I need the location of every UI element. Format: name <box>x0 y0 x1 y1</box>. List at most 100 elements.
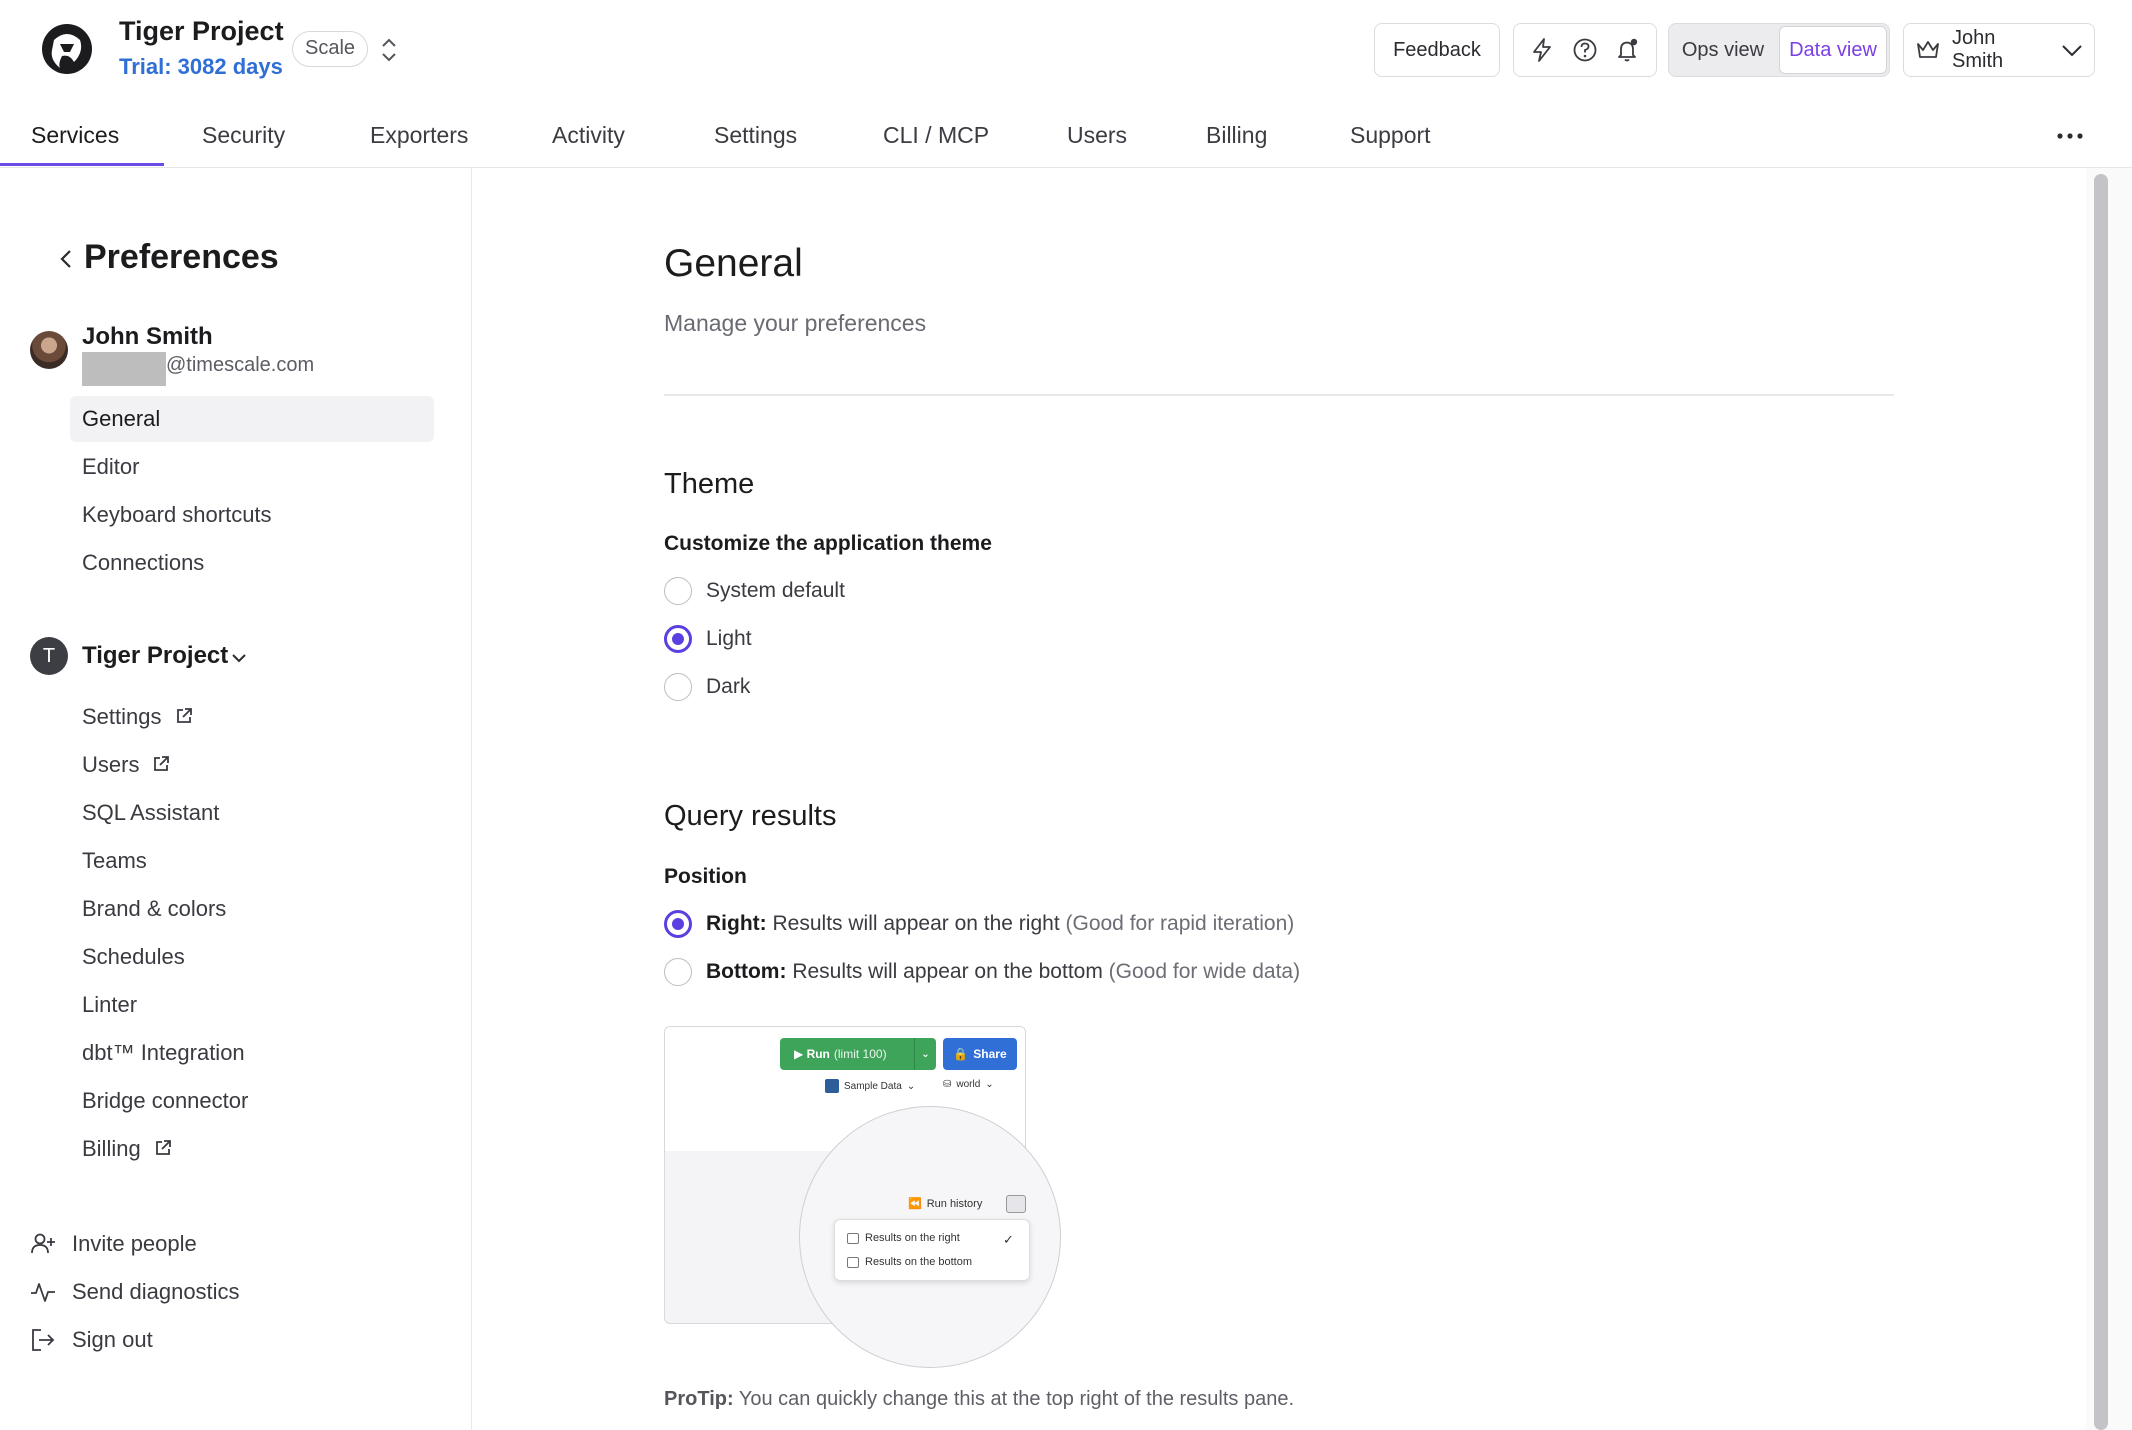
sign-out-icon <box>32 1329 55 1351</box>
sidebar-project-name[interactable]: Tiger Project <box>82 642 228 670</box>
bottom-link-label: Sign out <box>72 1327 153 1352</box>
logo-icon[interactable] <box>40 22 94 76</box>
sidebar-item-brand-colors[interactable]: Brand & colors <box>82 896 226 922</box>
radio-button[interactable] <box>664 577 692 605</box>
theme-field-label: Customize the application theme <box>664 532 992 555</box>
radio-button-checked[interactable] <box>664 910 692 938</box>
tab-support[interactable]: Support <box>1350 122 1431 149</box>
theme-option-dark[interactable]: Dark <box>664 673 750 701</box>
database-icon <box>825 1079 839 1093</box>
tab-activity[interactable]: Activity <box>552 122 625 149</box>
data-view-button[interactable]: Data view <box>1779 26 1887 74</box>
popup-row-label: Results on the right <box>865 1232 960 1244</box>
external-link-icon <box>154 756 170 771</box>
theme-section-title: Theme <box>664 468 755 500</box>
main-tabs: Services Security Exporters Activity Set… <box>0 100 2132 168</box>
sidebar-item-label: Users <box>82 752 140 777</box>
schema-icon: ⛁ <box>943 1079 952 1090</box>
theme-option-light[interactable]: Light <box>664 625 752 653</box>
preview-run-history: ⏪ Run history <box>908 1197 983 1211</box>
layout-right-icon <box>847 1232 859 1244</box>
chevron-down-icon[interactable] <box>230 650 248 666</box>
sidebar-item-schedules[interactable]: Schedules <box>82 944 185 970</box>
preview-share-button: 🔒 Share <box>943 1038 1017 1070</box>
protip-text: You can quickly change this at the top r… <box>738 1388 1295 1410</box>
radio-label: Right: Results will appear on the right … <box>706 912 1295 935</box>
chevron-down-icon: ⌄ <box>906 1080 916 1092</box>
sidebar-item-bridge-connector[interactable]: Bridge connector <box>82 1088 248 1114</box>
sidebar-item-label: Billing <box>82 1136 141 1161</box>
tab-exporters[interactable]: Exporters <box>370 122 468 149</box>
preview-magnifier: ⏪ Run history Results on the right ✓ Res… <box>799 1106 1061 1368</box>
divider <box>664 394 1894 396</box>
scrollbar-track[interactable] <box>2086 168 2132 1430</box>
chevron-left-icon[interactable] <box>56 248 76 270</box>
help-icon[interactable] <box>1571 36 1599 64</box>
invite-people-link[interactable]: Invite people <box>30 1231 197 1257</box>
position-option-right[interactable]: Right: Results will appear on the right … <box>664 910 1294 938</box>
preview-share-label: Share <box>973 1047 1007 1061</box>
radio-button[interactable] <box>664 958 692 986</box>
plan-badge: Scale <box>292 31 369 67</box>
radio-button[interactable] <box>664 673 692 701</box>
sidebar-item-dbt-integration[interactable]: dbt™ Integration <box>82 1040 245 1066</box>
query-results-section-title: Query results <box>664 800 837 832</box>
project-name[interactable]: Tiger Project <box>119 16 284 47</box>
sidebar-item-linter[interactable]: Linter <box>82 992 137 1018</box>
preview-run-label: Run <box>806 1047 830 1061</box>
sidebar-item-general[interactable]: General <box>82 406 160 432</box>
position-option-bottom[interactable]: Bottom: Results will appear on the botto… <box>664 958 1300 986</box>
preview-world-label: world <box>956 1079 981 1090</box>
ops-view-button[interactable]: Ops view <box>1669 24 1777 76</box>
trial-status[interactable]: Trial: 3082 days <box>119 54 283 80</box>
popup-row-right: Results on the right <box>847 1232 960 1244</box>
feedback-button[interactable]: Feedback <box>1374 23 1500 77</box>
radio-label: System default <box>706 579 845 602</box>
external-link-icon <box>176 708 192 723</box>
user-plus-icon <box>31 1233 55 1254</box>
popup-row-bottom: Results on the bottom <box>847 1256 972 1268</box>
layout-bottom-icon <box>847 1256 859 1268</box>
preview-layout-popup: Results on the right ✓ Results on the bo… <box>834 1219 1030 1281</box>
avatar <box>30 331 68 369</box>
sidebar-item-settings[interactable]: Settings <box>82 704 194 730</box>
tab-billing[interactable]: Billing <box>1206 122 1267 149</box>
sidebar-user-name: John Smith <box>82 323 213 350</box>
user-menu-button[interactable]: John Smith <box>1903 23 2095 77</box>
sidebar-item-connections[interactable]: Connections <box>82 550 204 576</box>
bottom-link-label: Invite people <box>72 1231 197 1256</box>
sidebar-item-teams[interactable]: Teams <box>82 848 147 874</box>
more-icon[interactable] <box>2054 124 2086 148</box>
tab-settings[interactable]: Settings <box>714 122 797 149</box>
email-redaction <box>82 352 166 386</box>
chevron-down-icon: ⌄ <box>914 1038 936 1070</box>
protip-label: ProTip: <box>664 1388 734 1410</box>
preview-run-history-label: Run history <box>926 1197 983 1210</box>
sidebar-item-label: Settings <box>82 704 162 729</box>
sidebar-item-users[interactable]: Users <box>82 752 171 778</box>
theme-option-system-default[interactable]: System default <box>664 577 845 605</box>
sidebar-item-sql-assistant[interactable]: SQL Assistant <box>82 800 219 826</box>
user-menu-name: John Smith <box>1952 27 2004 72</box>
tab-security[interactable]: Security <box>202 122 285 149</box>
sign-out-link[interactable]: Sign out <box>30 1327 153 1353</box>
scrollbar-thumb[interactable] <box>2094 174 2108 1430</box>
popup-row-label: Results on the bottom <box>865 1256 973 1268</box>
protip: ProTip: You can quickly change this at t… <box>664 1388 1294 1411</box>
active-tab-indicator <box>0 163 164 166</box>
header-icon-group <box>1513 23 1657 77</box>
tab-services[interactable]: Services <box>31 122 119 149</box>
lightning-icon[interactable] <box>1528 36 1556 64</box>
tab-cli-mcp[interactable]: CLI / MCP <box>883 122 989 149</box>
bottom-link-label: Send diagnostics <box>72 1279 240 1304</box>
send-diagnostics-link[interactable]: Send diagnostics <box>30 1279 240 1305</box>
project-switch-icon[interactable] <box>378 36 400 64</box>
sidebar-item-billing[interactable]: Billing <box>82 1136 173 1162</box>
sidebar-item-editor[interactable]: Editor <box>82 454 139 480</box>
crown-icon <box>1917 41 1939 58</box>
tab-users[interactable]: Users <box>1067 122 1127 149</box>
radio-button-checked[interactable] <box>664 625 692 653</box>
sidebar-item-keyboard-shortcuts[interactable]: Keyboard shortcuts <box>82 502 272 528</box>
preview-world: ⛁ world ⌄ <box>943 1079 994 1090</box>
bell-icon[interactable] <box>1614 36 1642 64</box>
